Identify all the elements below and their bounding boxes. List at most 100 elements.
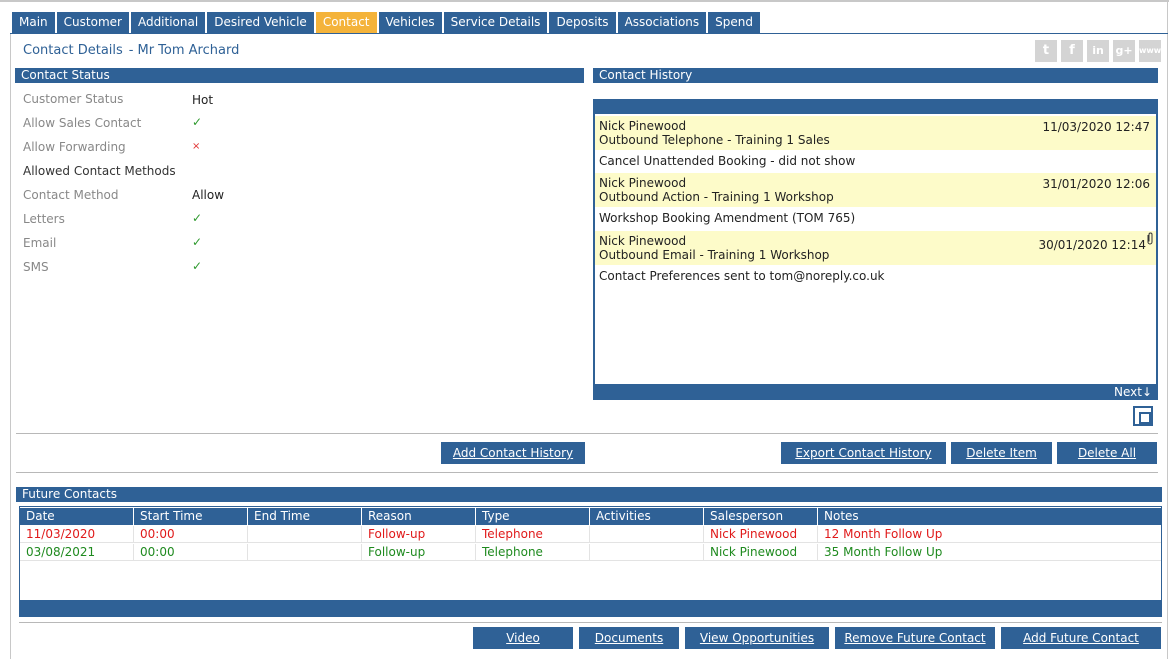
twitter-icon[interactable]: t (1035, 40, 1057, 62)
facebook-icon[interactable]: f (1061, 40, 1083, 62)
contact-history-footer: Next↓ (593, 384, 1158, 400)
add-contact-history-button[interactable]: Add Contact History (441, 442, 585, 464)
tab-desired-vehicle[interactable]: Desired Vehicle (207, 12, 314, 33)
contact-method-value: Allow (192, 188, 225, 202)
tab-service-details[interactable]: Service Details (443, 12, 548, 33)
history-entry-date: 31/01/2020 12:06 (1042, 177, 1150, 191)
letters-check-icon: ✓ (192, 211, 203, 225)
tab-main[interactable]: Main (12, 12, 55, 33)
column-header-type[interactable]: Type (476, 508, 590, 525)
history-entry-date: 11/03/2020 12:47 (1042, 120, 1150, 134)
column-header-salesperson[interactable]: Salesperson (704, 508, 818, 525)
page-title: Contact Details - Mr Tom Archard (23, 43, 239, 58)
customer-status-value: Hot (192, 93, 214, 107)
sms-row: SMS (23, 258, 49, 276)
cell-start-time: 00:00 (134, 526, 248, 543)
email-label: Email (23, 236, 57, 250)
page-title-customer: Mr Tom Archard (137, 43, 240, 58)
column-header-notes[interactable]: Notes (818, 508, 1161, 525)
tab-customer[interactable]: Customer (56, 12, 129, 33)
divider (16, 433, 1158, 434)
future-contacts-footer (20, 600, 1161, 616)
window-left-border (10, 34, 11, 659)
contact-method-row: Contact Method (23, 186, 119, 204)
allow-forwarding-label: Allow Forwarding (23, 140, 126, 154)
cell-notes: 12 Month Follow Up (824, 527, 943, 541)
customer-status-label: Customer Status (23, 92, 124, 106)
column-header-reason[interactable]: Reason (362, 508, 476, 525)
customer-status-row: Customer Status (23, 90, 123, 108)
allow-sales-contact-check-icon: ✓ (192, 115, 203, 129)
cell-start-time: 00:00 (134, 544, 248, 561)
paperclip-icon[interactable] (1146, 232, 1154, 250)
page-title-separator: - (128, 43, 134, 58)
tab-additional[interactable]: Additional (130, 12, 206, 33)
cell-type: Telephone (476, 526, 590, 543)
tab-spend[interactable]: Spend (708, 12, 760, 33)
allow-sales-contact-label: Allow Sales Contact (23, 116, 142, 130)
cell-end-time (248, 544, 362, 561)
cell-reason: Follow-up (362, 544, 476, 561)
tab-bar: Main Customer Additional Desired Vehicle… (12, 12, 762, 33)
contact-method-label: Contact Method (23, 188, 119, 202)
tab-contact[interactable]: Contact (315, 12, 377, 33)
email-row: Email (23, 234, 56, 252)
contact-history-header: Contact History (593, 68, 1158, 83)
tab-vehicles[interactable]: Vehicles (378, 12, 442, 33)
cell-date: 11/03/2020 (20, 526, 134, 543)
export-contact-history-button[interactable]: Export Contact History (781, 442, 946, 464)
column-header-date[interactable]: Date (20, 508, 134, 525)
add-future-contact-button[interactable]: Add Future Contact (1001, 627, 1161, 649)
delete-all-button[interactable]: Delete All (1057, 442, 1157, 464)
www-icon[interactable]: www (1139, 40, 1161, 62)
contact-status-header: Contact Status (15, 68, 584, 83)
tab-underline (10, 33, 1168, 34)
remove-future-contact-button[interactable]: Remove Future Contact (835, 627, 995, 649)
history-entry-action: Outbound Action - Training 1 Workshop (599, 190, 834, 204)
cell-salesperson: Nick Pinewood (704, 526, 818, 543)
allow-sales-contact-row: Allow Sales Contact (23, 114, 141, 132)
documents-button[interactable]: Documents (579, 627, 679, 649)
history-entry[interactable]: Nick Pinewood Outbound Telephone - Train… (595, 116, 1156, 150)
cell-type: Telephone (476, 544, 590, 561)
linkedin-icon[interactable]: in (1087, 40, 1109, 62)
divider (16, 472, 1158, 473)
cell-notes: 35 Month Follow Up (824, 545, 943, 559)
history-entry-date: 30/01/2020 12:14 (1038, 238, 1146, 252)
cell-end-time (248, 526, 362, 543)
contact-history-list-header (593, 99, 1158, 114)
cell-activities (590, 526, 704, 543)
next-link[interactable]: Next↓ (1114, 385, 1152, 399)
expand-icon[interactable] (1133, 406, 1153, 426)
window-top-border (0, 0, 1169, 2)
allow-forwarding-row: Allow Forwarding (23, 138, 126, 156)
email-check-icon: ✓ (192, 235, 203, 249)
view-opportunities-button[interactable]: View Opportunities (685, 627, 829, 649)
allowed-contact-methods-row: Allowed Contact Methods (23, 162, 176, 180)
page-title-section: Contact Details (23, 43, 123, 58)
allowed-contact-methods-heading: Allowed Contact Methods (23, 164, 176, 178)
history-entry-note: Cancel Unattended Booking - did not show (599, 154, 856, 168)
column-header-end-time[interactable]: End Time (248, 508, 362, 525)
google-plus-icon[interactable]: g+ (1113, 40, 1135, 62)
history-entry-note: Workshop Booking Amendment (TOM 765) (599, 211, 856, 225)
cell-reason: Follow-up (362, 526, 476, 543)
divider (19, 622, 1162, 623)
sms-label: SMS (23, 260, 49, 274)
future-contacts-header: Future Contacts (16, 487, 1162, 502)
letters-row: Letters (23, 210, 65, 228)
column-header-activities[interactable]: Activities (590, 508, 704, 525)
allow-forwarding-cross-icon: × (192, 141, 201, 152)
tab-deposits[interactable]: Deposits (549, 12, 616, 33)
cell-activities (590, 544, 704, 561)
column-header-start-time[interactable]: Start Time (134, 508, 248, 525)
history-entry[interactable]: Nick Pinewood Outbound Email - Training … (595, 231, 1156, 265)
delete-item-button[interactable]: Delete Item (951, 442, 1052, 464)
tab-associations[interactable]: Associations (617, 12, 707, 33)
cell-date: 03/08/2021 (20, 544, 134, 561)
video-button[interactable]: Video (473, 627, 573, 649)
social-icons: t f in g+ www (1031, 40, 1161, 62)
history-entry-action: Outbound Telephone - Training 1 Sales (599, 133, 830, 147)
history-entry[interactable]: Nick Pinewood Outbound Action - Training… (595, 173, 1156, 207)
window-right-border (1167, 0, 1168, 659)
